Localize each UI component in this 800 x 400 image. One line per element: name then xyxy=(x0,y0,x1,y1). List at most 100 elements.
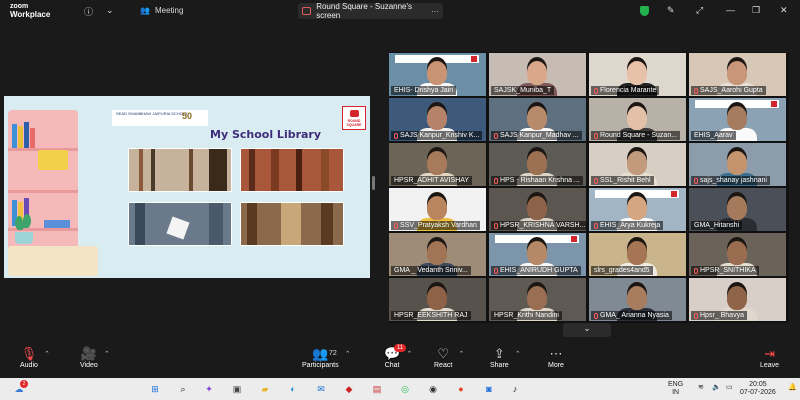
participant-tile[interactable]: slrs_grades4and5 xyxy=(589,233,686,276)
participant-tile[interactable]: GMA_Hitanshi xyxy=(689,188,786,231)
windows-start-icon[interactable]: ⊞ xyxy=(148,382,162,396)
notification-bell-icon[interactable]: 🔔 xyxy=(788,384,797,392)
whatsapp-icon[interactable]: ◎ xyxy=(398,382,412,396)
participant-tile[interactable]: HPS - Rishaan Krishna ... xyxy=(489,143,586,186)
app-icon[interactable]: ▤ xyxy=(370,382,384,396)
audio-button[interactable]: 🎙 Audio ⌃ xyxy=(20,346,50,369)
outlook-icon[interactable]: ✉ xyxy=(314,382,328,396)
school-name: SEAD SHAMBHAVI JAIPURIA SCHOOL xyxy=(116,111,189,116)
task-view-icon[interactable]: ▣ xyxy=(230,382,244,396)
round-square-mark xyxy=(571,236,577,242)
participant-tile[interactable]: EHIS_ANIRUDH GUPTA xyxy=(489,233,586,276)
anniversary-mark: 50 xyxy=(182,111,193,121)
participant-face xyxy=(727,61,747,85)
participant-face xyxy=(627,106,647,130)
clock[interactable]: 20:05 07-07-2026 xyxy=(740,381,776,397)
chat-options-caret-icon[interactable]: ⌃ xyxy=(406,350,412,358)
plant-illustration xyxy=(13,214,35,244)
share-options-caret-icon[interactable]: ⌃ xyxy=(515,350,521,358)
leave-button[interactable]: ⇥ Leave xyxy=(760,346,779,369)
shield-icon[interactable] xyxy=(640,6,649,16)
participant-face xyxy=(727,106,747,130)
participant-face xyxy=(527,106,547,130)
partner-logo-text: ROUND SQUARE xyxy=(346,119,362,127)
file-explorer-icon[interactable]: ▰ xyxy=(258,382,272,396)
round-square-mark xyxy=(471,56,477,62)
volume-icon[interactable]: 🔈 xyxy=(712,384,721,392)
chrome-icon[interactable]: ● xyxy=(454,382,468,396)
participant-tile[interactable]: SAJS Kanpur_Madhav ... xyxy=(489,98,586,141)
mic-muted-icon xyxy=(394,222,398,229)
more-options-icon[interactable]: ⋯ xyxy=(431,7,439,16)
participant-tile[interactable]: HPSR_SNITHIKA xyxy=(689,233,786,276)
language-code: ENG xyxy=(668,381,684,388)
react-options-caret-icon[interactable]: ⌃ xyxy=(458,350,464,358)
participant-tile[interactable]: HPSR_KRISHNA VARSH... xyxy=(489,188,586,231)
copilot-icon[interactable]: ✦ xyxy=(202,382,216,396)
battery-icon[interactable]: ▭ xyxy=(726,384,733,392)
participant-name-tag: Florencia Marante xyxy=(591,86,660,95)
mic-muted-icon xyxy=(494,267,498,274)
edge-icon[interactable]: ◐ xyxy=(286,382,300,396)
participant-name: Round Square - Suzan... xyxy=(600,132,678,139)
maximize-icon[interactable]: ❐ xyxy=(752,5,760,16)
participants-options-caret-icon[interactable]: ⌃ xyxy=(345,350,351,358)
participant-tile[interactable]: GMA _ Vedanth Sriniv... xyxy=(389,233,486,276)
gallery-next-page-button[interactable]: ⌄ xyxy=(563,323,611,337)
mic-muted-icon xyxy=(694,177,698,184)
participant-tile[interactable]: SSL_Rishit Behl xyxy=(589,143,686,186)
participant-tile[interactable]: SAJSK_Muniba_T xyxy=(489,53,586,96)
participant-name-tag: SSL_Rishit Behl xyxy=(591,176,654,185)
participant-tile[interactable]: SAJS Kanpur_Krishiv K... xyxy=(389,98,486,141)
video-options-caret-icon[interactable]: ⌃ xyxy=(104,350,110,358)
participant-tile[interactable]: Florencia Marante xyxy=(589,53,686,96)
camera-icon[interactable]: ◉ xyxy=(426,382,440,396)
participant-tile[interactable]: EHIS- Drishya Jain xyxy=(389,53,486,96)
share-button[interactable]: ⇪ Share ⌃ xyxy=(490,346,521,369)
participant-name: EHIS_ANIRUDH GUPTA xyxy=(500,267,578,274)
tiktok-icon[interactable]: ♪ xyxy=(508,382,522,396)
chat-button[interactable]: 💬 11 Chat ⌃ xyxy=(384,344,412,369)
participants-button[interactable]: 👥 72 Participants ⌃ xyxy=(302,346,351,369)
mic-muted-icon xyxy=(594,132,598,139)
participant-tile[interactable]: SAJS_Aarohi Gupta xyxy=(689,53,786,96)
language-indicator[interactable]: ENG IN xyxy=(668,381,683,397)
participant-tile[interactable]: EHIS_Aarav xyxy=(689,98,786,141)
video-button[interactable]: 🎥 Video ⌃ xyxy=(80,346,110,369)
close-icon[interactable]: ✕ xyxy=(780,5,788,16)
desk-illustration xyxy=(8,246,98,276)
participant-tile[interactable]: Round Square - Suzan... xyxy=(589,98,686,141)
pen-icon[interactable]: ✎ xyxy=(667,5,675,16)
info-icon[interactable]: ⓘ xyxy=(84,5,93,18)
participant-tile[interactable]: sajs_shanay jashnani xyxy=(689,143,786,186)
meeting-label[interactable]: 👥 Meeting xyxy=(140,6,183,15)
people-icon: 👥 xyxy=(140,6,150,15)
minimize-icon[interactable]: — xyxy=(726,5,735,15)
chevron-down-icon[interactable]: ⌄ xyxy=(106,5,114,16)
participant-name-tag: SSV_Pratyaksh Vardhan xyxy=(391,221,480,230)
participant-face xyxy=(427,286,447,310)
participant-tile[interactable]: HPSR_Krithi Nandini xyxy=(489,278,586,321)
participant-tile[interactable]: Hpsr_ Bhavya xyxy=(689,278,786,321)
participant-tile[interactable]: HPSR_ADHIT AVISHAY xyxy=(389,143,486,186)
shared-screen-tab[interactable]: Round Square - Suzanne's screen ⋯ xyxy=(298,2,443,20)
expand-icon[interactable]: ⤢ xyxy=(696,5,703,16)
mic-muted-icon xyxy=(594,312,598,319)
react-button[interactable]: ♡ React ⌃ xyxy=(434,346,464,369)
participant-face xyxy=(727,241,747,265)
more-button[interactable]: ⋯ More xyxy=(548,346,564,369)
search-icon[interactable]: ⌕ xyxy=(176,382,190,396)
splitter-handle[interactable] xyxy=(372,176,375,190)
participant-tile[interactable]: GMA_ Arianna Nyasia xyxy=(589,278,686,321)
zoom-taskbar-icon[interactable]: ◙ xyxy=(482,382,496,396)
participant-tile[interactable]: SSV_Pratyaksh Vardhan xyxy=(389,188,486,231)
mcafee-icon[interactable]: ◆ xyxy=(342,382,356,396)
audio-options-caret-icon[interactable]: ⌃ xyxy=(44,350,50,358)
participant-tile[interactable]: HPSR_EEKSHITH RAJ xyxy=(389,278,486,321)
library-photo-4 xyxy=(240,202,344,246)
participant-tile[interactable]: EHIS_Arya Kukreja xyxy=(589,188,686,231)
participant-name-tag: SAJS Kanpur_Madhav ... xyxy=(491,131,582,140)
wifi-icon[interactable]: ≋ xyxy=(698,384,704,392)
participant-name-tag: SAJSK_Muniba_T xyxy=(491,86,555,95)
participant-face xyxy=(527,241,547,265)
